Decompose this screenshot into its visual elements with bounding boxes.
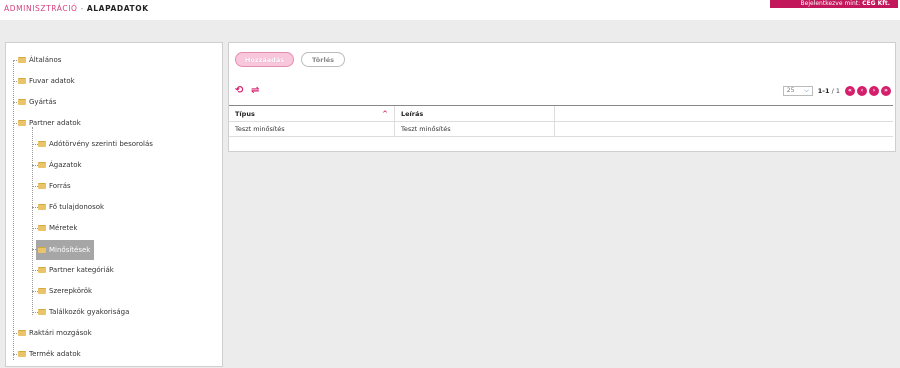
next-page-icon[interactable]: › xyxy=(869,85,879,96)
folder-icon xyxy=(18,57,26,63)
chevron-down-icon: ⌵ xyxy=(804,86,809,94)
refresh-icon[interactable]: ⟲ xyxy=(235,85,243,96)
breadcrumb-admin[interactable]: ADMINISZTRÁCIÓ xyxy=(4,4,78,13)
tree-item-meretek[interactable]: Méretek xyxy=(38,222,77,234)
login-badge: Bejelentkezve mint: CÉG Kft. xyxy=(770,0,898,8)
first-page-icon[interactable]: « xyxy=(845,85,855,96)
column-header-tipus[interactable]: Típus ^ xyxy=(229,106,395,121)
page-size-value: 25 xyxy=(786,87,795,94)
page-range-current: 1-1 xyxy=(817,86,830,95)
folder-icon xyxy=(38,309,46,315)
table-cell: Teszt minősítés xyxy=(229,122,395,136)
tree-item-talalkozok[interactable]: Találkozók gyakorisága xyxy=(38,306,129,318)
tree-item-label: Forrás xyxy=(49,182,71,190)
folder-icon xyxy=(18,351,26,357)
tree-item-label: Találkozók gyakorisága xyxy=(49,308,130,316)
tree-item-label: Fuvar adatok xyxy=(29,77,75,85)
tree-item-raktari-mozgasok[interactable]: Raktári mozgások xyxy=(18,327,92,339)
column-header-label: Típus xyxy=(235,109,255,118)
tree-item-fuvar-adatok[interactable]: Fuvar adatok xyxy=(18,75,75,87)
table-cell: Teszt minősítés xyxy=(395,122,555,136)
page-size-select[interactable]: 25 ⌵ xyxy=(782,85,813,96)
tree-item-label: Adótörvény szerinti besorolás xyxy=(49,140,153,148)
tree-item-label: Fő tulajdonosok xyxy=(49,203,105,211)
tree-item-forras[interactable]: Forrás xyxy=(38,180,71,192)
pager: 25 ⌵ 1-1 / 1 « ‹ › » xyxy=(782,85,891,96)
sort-asc-icon: ^ xyxy=(382,109,388,118)
column-header-label: Leírás xyxy=(401,109,424,118)
folder-icon xyxy=(18,120,26,126)
tree-item-label: Partner kategóriák xyxy=(49,266,114,274)
tree-item-altalanos[interactable]: Általános xyxy=(18,54,61,66)
tree-item-termek-adatok[interactable]: Termék adatok xyxy=(18,348,81,360)
tree-item-partner-adatok[interactable]: Partner adatok xyxy=(18,117,81,129)
table-row[interactable]: Teszt minősítés Teszt minősítés xyxy=(229,122,893,137)
breadcrumb-separator: - xyxy=(80,4,84,13)
swap-icon[interactable]: ⇌ xyxy=(251,85,259,96)
login-prefix: Bejelentkezve mint: xyxy=(800,0,861,7)
tree-line-root xyxy=(13,60,14,360)
column-header-leiras[interactable]: Leírás xyxy=(395,106,555,121)
tree-item-label: Méretek xyxy=(49,224,78,232)
folder-icon xyxy=(38,225,46,231)
tree-item-label: Általános xyxy=(29,56,62,64)
tree-item-label: Ágazatok xyxy=(49,161,82,169)
tree-item-szerepkorok[interactable]: Szerepkörök xyxy=(38,285,92,297)
tree-item-label: Minősítések xyxy=(49,246,91,254)
tree-item-label: Raktári mozgások xyxy=(29,329,92,337)
tree-line-partner xyxy=(32,127,33,315)
tree-item-gyartas[interactable]: Gyártás xyxy=(18,96,56,108)
folder-icon xyxy=(38,162,46,168)
top-bar: ADMINISZTRÁCIÓ - ALAPADATOK Bejelentkezve … xyxy=(0,0,900,20)
tree-item-label: Gyártás xyxy=(29,98,57,106)
tree-item-adotorveny[interactable]: Adótörvény szerinti besorolás xyxy=(38,138,153,150)
tree-item-label: Partner adatok xyxy=(29,119,81,127)
tree-item-fo-tulajdonosok[interactable]: Fő tulajdonosok xyxy=(38,201,104,213)
folder-icon xyxy=(18,99,26,105)
delete-button[interactable]: Törlés xyxy=(301,52,345,67)
tree-item-partner-kategoriak[interactable]: Partner kategóriák xyxy=(38,264,114,276)
folder-icon xyxy=(38,204,46,210)
table-header: Típus ^ Leírás xyxy=(229,105,893,122)
tree-item-minositesek[interactable]: Minősítések xyxy=(36,240,95,260)
breadcrumb: ADMINISZTRÁCIÓ - ALAPADATOK xyxy=(4,4,149,13)
breadcrumb-current: ALAPADATOK xyxy=(86,4,149,13)
folder-icon xyxy=(38,247,46,253)
folder-icon xyxy=(38,288,46,294)
login-company: CÉG Kft. xyxy=(862,0,890,7)
folder-icon xyxy=(38,183,46,189)
prev-page-icon[interactable]: ‹ xyxy=(857,85,867,96)
folder-icon xyxy=(38,267,46,273)
tree-item-label: Szerepkörök xyxy=(49,287,93,295)
folder-icon xyxy=(18,78,26,84)
add-button[interactable]: Hozzáadás xyxy=(235,52,294,67)
main-panel: Hozzáadás Törlés ⟲ ⇌ 25 ⌵ 1-1 / 1 « ‹ › … xyxy=(228,42,896,152)
page-range: 1-1 / 1 xyxy=(818,87,840,95)
last-page-icon[interactable]: » xyxy=(881,85,891,96)
folder-icon xyxy=(18,330,26,336)
folder-icon xyxy=(38,141,46,147)
tree-item-agazatok[interactable]: Ágazatok xyxy=(38,159,82,171)
page-range-total: / 1 xyxy=(831,86,840,95)
tree-panel: Általános Fuvar adatok Gyártás Partner a… xyxy=(5,42,223,367)
tree-item-label: Termék adatok xyxy=(29,350,81,358)
